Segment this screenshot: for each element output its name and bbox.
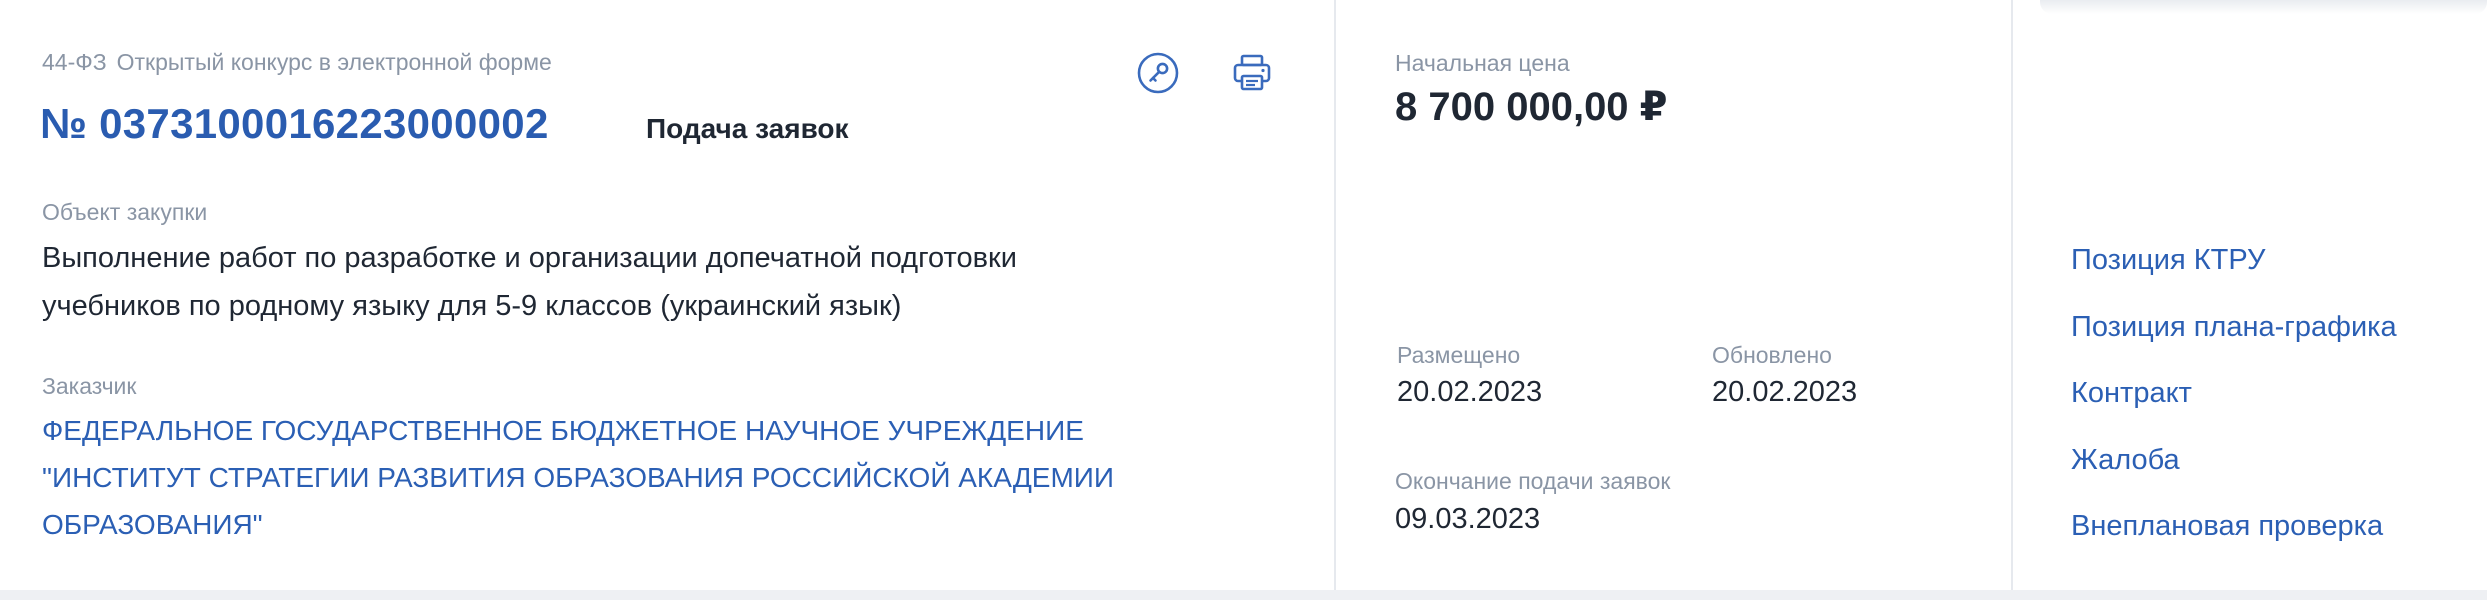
deadline-label: Окончание подачи заявок [1395, 468, 1671, 494]
object-label: Объект закупки [42, 199, 208, 225]
printer-icon[interactable] [1228, 49, 1276, 97]
object-description-line: Выполнение работ по разработке и организ… [42, 242, 1017, 274]
procurement-card: 44-ФЗ Открытый конкурс в электронной форм… [0, 0, 2487, 590]
link-complaint[interactable]: Жалоба [2071, 436, 2471, 503]
price-label: Начальная цена [1395, 50, 1570, 76]
procurement-type: Открытый конкурс в электронной форме [116, 49, 552, 75]
customer-link[interactable]: ФЕДЕРАЛЬНОЕ ГОСУДАРСТВЕННОЕ БЮДЖЕТНОЕ НА… [42, 407, 1114, 548]
customer-label: Заказчик [42, 373, 137, 399]
object-description: Выполнение работ по разработке и организ… [42, 234, 1017, 330]
deadline-date: 09.03.2023 [1395, 503, 1541, 535]
card-bottom-border [0, 590, 2487, 600]
updated-label: Обновлено [1712, 342, 1832, 368]
column-divider [2011, 0, 2013, 590]
top-shadow [2040, 0, 2487, 14]
column-divider [1334, 0, 1336, 590]
status-badge: Подача заявок [646, 113, 849, 144]
procurement-law: 44-ФЗ [42, 49, 107, 75]
customer-name-line: ФЕДЕРАЛЬНОЕ ГОСУДАРСТВЕННОЕ БЮДЖЕТНОЕ НА… [42, 415, 1084, 446]
registry-number-link[interactable]: № 0373100016223000002 [40, 100, 549, 148]
link-unscheduled-inspection[interactable]: Внеплановая проверка [2071, 502, 2471, 569]
updated-date: 20.02.2023 [1712, 376, 1858, 408]
object-description-line: учебников по родному языку для 5-9 класс… [42, 290, 902, 322]
link-ktru-position[interactable]: Позиция КТРУ [2071, 236, 2471, 303]
key-icon[interactable] [1134, 49, 1182, 97]
customer-name-line: "ИНСТИТУТ СТРАТЕГИИ РАЗВИТИЯ ОБРАЗОВАНИЯ… [42, 462, 1115, 493]
price-value: 8 700 000,00 ₽ [1395, 85, 1668, 129]
placed-date: 20.02.2023 [1397, 376, 1543, 408]
placed-label: Размещено [1397, 342, 1521, 368]
procurement-type-line: 44-ФЗ Открытый конкурс в электронной форм… [42, 49, 552, 76]
related-links: Позиция КТРУ Позиция плана-графика Контр… [2071, 236, 2471, 569]
customer-name-line: ОБРАЗОВАНИЯ" [42, 509, 263, 540]
link-plan-schedule-position[interactable]: Позиция плана-графика [2071, 303, 2471, 370]
link-contract[interactable]: Контракт [2071, 369, 2471, 436]
